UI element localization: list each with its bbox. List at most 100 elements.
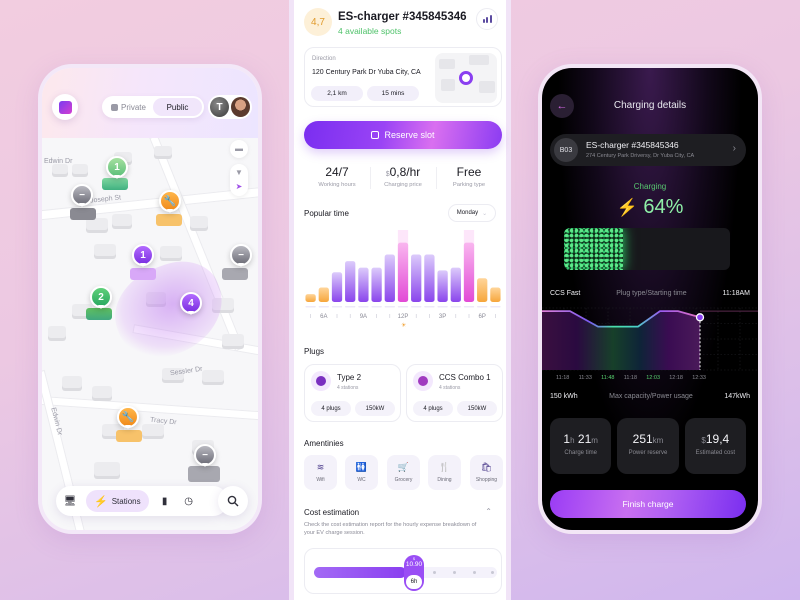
direction-address: 120 Century Park Dr Yuba City, CA bbox=[312, 69, 421, 76]
battery-fill bbox=[564, 228, 624, 270]
car-brand-avatar[interactable]: T bbox=[210, 97, 229, 117]
time-tick-label: 11:18 bbox=[556, 375, 570, 381]
popular-time-title: Popular time bbox=[304, 209, 349, 218]
bar-9A[interactable] bbox=[358, 267, 369, 302]
station-cluster-pin[interactable]: 4 bbox=[180, 292, 202, 315]
chevron-right-icon: › bbox=[732, 143, 736, 154]
bar-6A[interactable] bbox=[318, 287, 329, 302]
charging-status: Charging bbox=[633, 182, 667, 191]
search-button[interactable] bbox=[218, 486, 248, 516]
rating-badge: 4,7 bbox=[304, 8, 332, 36]
station-pin[interactable]: 1 bbox=[106, 156, 128, 179]
charger-name: ES-charger #345845346 bbox=[586, 140, 679, 150]
locate-icon[interactable]: ➤ bbox=[236, 183, 243, 191]
mini-map[interactable] bbox=[435, 53, 497, 103]
day-select[interactable]: Monday ⌄ bbox=[448, 204, 496, 222]
clock-icon[interactable]: ◷ bbox=[181, 493, 197, 509]
bar-6P[interactable] bbox=[477, 278, 488, 302]
charger-address: 274 Century Park Driversy, Dr Yuba City,… bbox=[586, 153, 695, 159]
shopping-bag-icon: 🛍 bbox=[480, 461, 493, 472]
amenities-title: Amentinies bbox=[304, 439, 344, 448]
bar-1P[interactable] bbox=[411, 254, 422, 302]
amenity-wifi[interactable]: ≋ Wifi bbox=[304, 455, 337, 490]
distance-chip: 2,1 km bbox=[311, 86, 363, 101]
x-tick bbox=[336, 314, 338, 318]
tile-estimated-cost: $19,4 Estimated cost bbox=[684, 418, 746, 474]
station-pin[interactable]: 2 bbox=[90, 286, 112, 309]
cutlery-icon: 🍴 bbox=[438, 461, 451, 472]
station-pin[interactable]: − bbox=[230, 244, 252, 267]
toggle-public[interactable]: Public bbox=[153, 98, 202, 116]
app-logo[interactable] bbox=[52, 94, 78, 120]
time-tick-label: 11:33 bbox=[578, 375, 592, 381]
amenity-shopping[interactable]: 🛍 Shopping bbox=[470, 455, 503, 490]
filter-icon[interactable]: ▼ bbox=[235, 169, 243, 177]
map-icon[interactable]: ▮ bbox=[157, 493, 173, 509]
stats-button[interactable] bbox=[476, 8, 498, 30]
user-avatar[interactable] bbox=[231, 97, 250, 117]
info-value: 0,8/hr bbox=[389, 165, 421, 179]
currency-symbol: $ bbox=[412, 556, 416, 561]
bar-10A[interactable] bbox=[371, 267, 382, 302]
tile-label: Power reserve bbox=[628, 450, 668, 456]
time-tick-label: 11:18 bbox=[623, 375, 638, 381]
bar-12P[interactable] bbox=[397, 242, 409, 302]
bar-baseline bbox=[305, 306, 316, 308]
station-heatmap bbox=[102, 249, 236, 371]
station-pin[interactable]: − bbox=[71, 184, 93, 207]
plug-type2-icon bbox=[311, 371, 331, 391]
amenity-label: Dining bbox=[437, 476, 452, 483]
battery-bar bbox=[564, 228, 730, 270]
maintenance-pin[interactable]: 🔧 bbox=[117, 406, 139, 429]
calendar-icon bbox=[371, 131, 380, 139]
plug-stations: 4 stations bbox=[337, 385, 359, 391]
station-pin[interactable]: 1 bbox=[132, 244, 154, 267]
reserve-slot-button[interactable]: Reserve slot bbox=[304, 121, 502, 149]
plug-name: Type 2 bbox=[337, 373, 362, 382]
plugs-title: Plugs bbox=[304, 347, 325, 356]
plug-card-ccs[interactable]: CCS Combo 1 4 stations 4 plugs 150kW bbox=[406, 364, 503, 422]
monitor-icon[interactable]: 🖥 bbox=[62, 493, 78, 509]
lock-icon bbox=[111, 103, 119, 111]
maintenance-pin[interactable]: 🔧 bbox=[159, 190, 181, 213]
station-pin[interactable]: − bbox=[194, 444, 216, 467]
plug-type-value: CCS Fast bbox=[550, 290, 581, 297]
time-tick-label: 11:48 bbox=[601, 375, 615, 381]
direction-card[interactable]: Direction 120 Century Park Dr Yuba City,… bbox=[304, 47, 502, 107]
station-code-badge: B03 bbox=[554, 138, 578, 162]
chevron-up-icon[interactable]: ⌃ bbox=[485, 507, 492, 516]
bar-7A[interactable] bbox=[331, 272, 343, 302]
finish-charge-button[interactable]: Finish charge bbox=[550, 490, 746, 518]
bar-baseline bbox=[437, 306, 448, 308]
current-point[interactable] bbox=[695, 313, 705, 322]
bar-11A[interactable] bbox=[384, 254, 395, 302]
toggle-private[interactable]: Private bbox=[104, 98, 153, 116]
plug-power: 150kW bbox=[457, 401, 497, 416]
cost-amount: 10.90 bbox=[405, 561, 423, 568]
charge-percent-value: 64% bbox=[643, 196, 684, 218]
amenity-dining[interactable]: 🍴 Dining bbox=[428, 455, 461, 490]
charging-phone: ← Charging details B03 ES-charger #34584… bbox=[538, 64, 762, 534]
restroom-icon: 🚻 bbox=[355, 461, 368, 472]
cost-slider-thumb[interactable]: $ 10.90 6h bbox=[404, 555, 424, 591]
slider-tick bbox=[491, 571, 494, 574]
direction-label: Direction bbox=[312, 56, 336, 62]
bar-8A[interactable] bbox=[345, 261, 356, 302]
nav-stations[interactable]: ⚡ Stations bbox=[86, 490, 149, 512]
amenity-wc[interactable]: 🚻 WC bbox=[345, 455, 378, 490]
amenity-label: Wifi bbox=[316, 476, 325, 483]
charger-card[interactable]: B03 ES-charger #345845346 274 Century Pa… bbox=[550, 134, 746, 166]
bar-2P[interactable] bbox=[424, 254, 435, 302]
day-select-value: Monday bbox=[456, 210, 479, 216]
layers-button[interactable]: ▬ bbox=[230, 140, 248, 158]
bar-5A[interactable] bbox=[305, 294, 316, 302]
amenity-label: WC bbox=[357, 476, 366, 483]
bar-4P[interactable] bbox=[450, 267, 461, 302]
x-tick bbox=[468, 314, 470, 318]
bar-7P[interactable] bbox=[490, 287, 501, 302]
bar-3P[interactable] bbox=[437, 270, 448, 302]
bar-5P[interactable] bbox=[463, 242, 475, 302]
plug-stations: 4 stations bbox=[439, 385, 461, 391]
plug-card-type2[interactable]: Type 2 4 stations 4 plugs 150kW bbox=[304, 364, 401, 422]
amenity-grocery[interactable]: 🛒 Grocery bbox=[387, 455, 420, 490]
